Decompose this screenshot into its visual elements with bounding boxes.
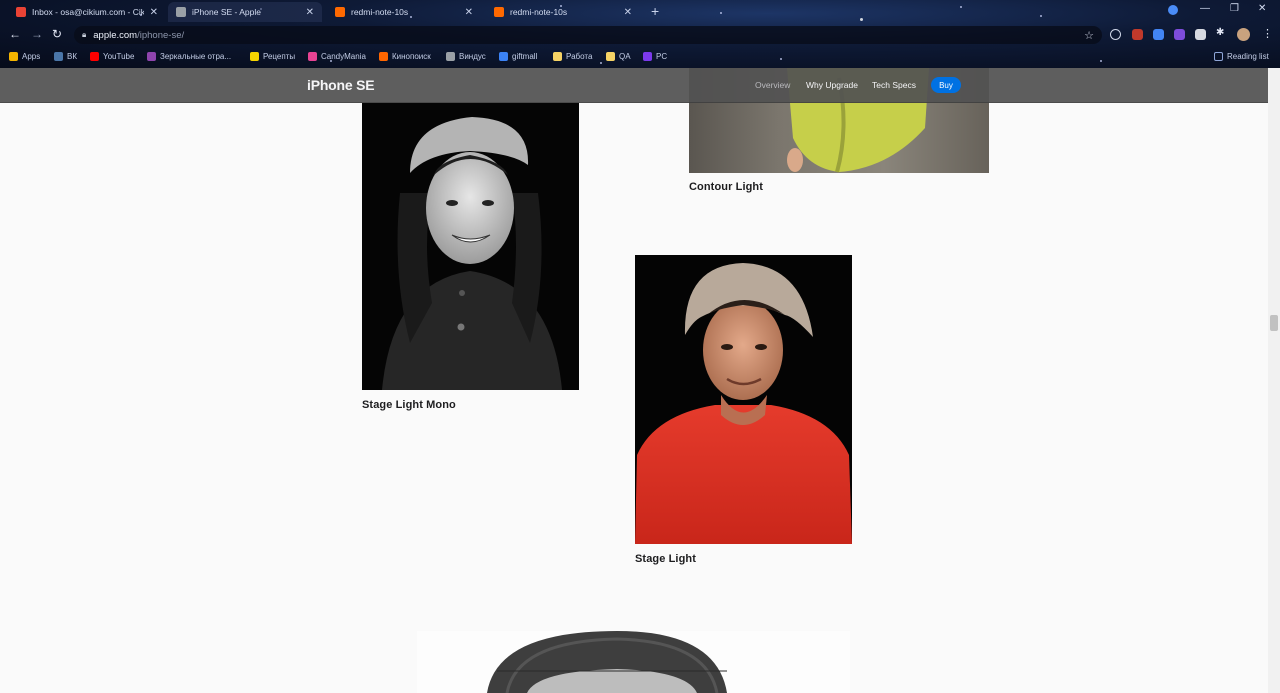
youtube-icon — [90, 51, 99, 61]
bookmark-label: YouTube — [103, 51, 135, 61]
back-icon[interactable]: ← — [9, 27, 21, 41]
vk-icon — [54, 51, 63, 61]
close-icon[interactable]: ✕ — [150, 7, 158, 18]
reload-icon[interactable]: ↻ — [52, 27, 62, 41]
bookmark-label: ВК — [67, 51, 77, 61]
recipes-icon — [250, 51, 259, 61]
bookmark-recipes[interactable]: Рецепты — [250, 48, 295, 64]
maximize-icon[interactable]: ❐ — [1230, 3, 1239, 14]
bookmarks-bar: Apps ВК YouTube Зеркальные отра... Рецеп… — [0, 48, 1280, 64]
tab-iphone-se[interactable]: iPhone SE - Apple ✕ — [168, 2, 322, 22]
mi-icon — [494, 7, 504, 17]
nav-link-why-upgrade[interactable]: Why Upgrade — [806, 80, 858, 90]
translate-icon[interactable] — [1153, 29, 1164, 40]
high-key-mono-photo — [417, 631, 850, 693]
bookmark-label: Зеркальные отра... — [160, 51, 232, 61]
caption-stage-light-mono: Stage Light Mono — [362, 399, 456, 411]
menu-dots-icon[interactable]: ⋮ — [1262, 27, 1273, 40]
bookmark-label: PC — [656, 51, 668, 61]
bookmark-label: Apps — [22, 51, 41, 61]
high-key-mono-image — [487, 631, 727, 693]
browser-chrome: Inbox - osa@cikium.com - Ciklu ✕ iPhone … — [0, 0, 1280, 68]
bookmark-label: CandyMania — [321, 51, 366, 61]
page-scrollbar[interactable] — [1268, 68, 1280, 693]
bookmark-star-icon[interactable]: ☆ — [1084, 29, 1094, 42]
nav-link-tech-specs[interactable]: Tech Specs — [872, 80, 916, 90]
bookmark-youtube[interactable]: YouTube — [90, 48, 134, 64]
folder-icon — [606, 51, 615, 61]
bookmark-pc[interactable]: PC — [643, 48, 667, 64]
tab-redmi-1[interactable]: redmi-note-10s ✕ — [327, 2, 481, 22]
url-path: /iphone-se/ — [137, 29, 185, 41]
tab-title: Inbox - osa@cikium.com - Ciklu — [32, 7, 144, 17]
tab-title: redmi-note-10s — [351, 7, 409, 17]
gmail-icon — [16, 7, 26, 17]
ublock-icon[interactable] — [1132, 29, 1143, 40]
bookmark-apps[interactable]: Apps — [9, 48, 40, 64]
stage-light-image — [635, 263, 852, 544]
apple-icon — [176, 7, 186, 17]
bookmark-giftmall[interactable]: giftmall — [499, 48, 537, 64]
apps-grid-icon — [9, 51, 18, 61]
cube-extension-icon[interactable] — [1174, 29, 1185, 40]
buy-button[interactable]: Buy — [931, 77, 961, 93]
puzzle-icon[interactable]: ✱ — [1216, 27, 1227, 38]
reading-list-label: Reading list — [1227, 51, 1269, 61]
avatar[interactable] — [1237, 28, 1250, 41]
tab-title: redmi-note-10s — [510, 7, 568, 17]
folder-icon — [553, 51, 562, 61]
tab-inbox[interactable]: Inbox - osa@cikium.com - Ciklu ✕ — [8, 2, 166, 22]
windows-icon — [446, 51, 455, 61]
close-icon[interactable]: ✕ — [465, 7, 473, 18]
page-extension-icon[interactable] — [1195, 29, 1206, 40]
bookmark-work-folder[interactable]: Работа — [553, 48, 592, 64]
bookmark-windows[interactable]: Виндус — [446, 48, 486, 64]
mi-icon — [335, 7, 345, 17]
reading-list-icon — [1214, 51, 1223, 61]
new-tab-icon[interactable]: + — [651, 3, 659, 19]
lock-icon: 🔒︎ — [82, 30, 87, 39]
stage-light-mono-image — [382, 117, 562, 390]
toolbar: ← → ↻ 🔒︎ apple.com /iphone-se/ ☆ ✱ ⋮ — [0, 24, 1280, 46]
bookmark-label: QA — [619, 51, 631, 61]
nav-link-overview[interactable]: Overview — [755, 80, 790, 90]
kinopoisk-icon — [379, 51, 388, 61]
caption-contour-light: Contour Light — [689, 181, 763, 193]
profile-sync-icon[interactable] — [1168, 5, 1178, 15]
bookmark-candymania[interactable]: CandyMania — [308, 48, 366, 64]
forward-icon[interactable]: → — [31, 27, 43, 41]
bookmark-qa-folder[interactable]: QA — [606, 48, 631, 64]
close-icon[interactable]: ✕ — [624, 7, 632, 18]
giftmall-icon — [499, 51, 508, 61]
product-local-nav: iPhone SE Overview Why Upgrade Tech Spec… — [0, 68, 1268, 103]
bookmark-label: Виндус — [459, 51, 486, 61]
stage-light-photo — [635, 255, 852, 544]
globe-icon[interactable] — [1110, 29, 1121, 40]
url-host: apple.com — [93, 29, 138, 41]
bookmark-kinopoisk[interactable]: Кинопоиск — [379, 48, 431, 64]
tab-redmi-2[interactable]: redmi-note-10s ✕ — [486, 2, 640, 22]
close-icon[interactable]: ✕ — [306, 7, 314, 18]
tab-strip: Inbox - osa@cikium.com - Ciklu ✕ iPhone … — [0, 0, 1280, 22]
pc-icon — [643, 51, 652, 61]
bookmark-vk[interactable]: ВК — [54, 48, 77, 64]
scrollbar-thumb[interactable] — [1270, 315, 1278, 331]
bookmark-label: giftmall — [512, 51, 538, 61]
bookmark-label: Рецепты — [263, 51, 296, 61]
stage-light-mono-photo — [362, 103, 579, 390]
close-window-icon[interactable]: ✕ — [1258, 3, 1266, 14]
bookmark-label: Работа — [566, 51, 593, 61]
bookmark-label: Кинопоиск — [392, 51, 431, 61]
product-title[interactable]: iPhone SE — [307, 77, 375, 93]
caption-stage-light: Stage Light — [635, 553, 696, 565]
address-bar[interactable]: 🔒︎ apple.com /iphone-se/ ☆ — [74, 26, 1102, 44]
candymania-icon — [308, 51, 317, 61]
minimize-icon[interactable]: — — [1200, 3, 1210, 14]
reading-list[interactable]: Reading list — [1214, 48, 1269, 64]
jpg-icon — [147, 51, 156, 61]
tab-title: iPhone SE - Apple — [192, 7, 261, 17]
bookmark-mirrors[interactable]: Зеркальные отра... — [147, 48, 231, 64]
